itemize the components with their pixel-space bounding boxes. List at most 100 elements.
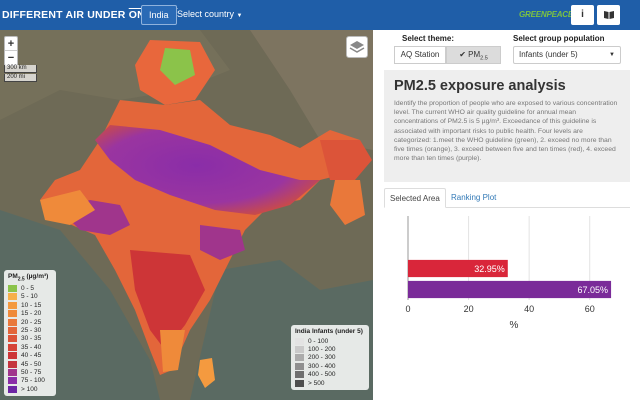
book-button[interactable] bbox=[597, 5, 620, 25]
pm25-legend-item: > 100 bbox=[8, 385, 52, 393]
layers-button[interactable] bbox=[346, 36, 368, 58]
info-card: PM2.5 exposure analysis Identify the pro… bbox=[384, 70, 630, 182]
population-legend-item: 0 - 100 bbox=[295, 337, 365, 345]
population-legend-label: 200 - 300 bbox=[308, 354, 336, 362]
info-button[interactable]: i bbox=[571, 5, 594, 25]
country-dropdown[interactable]: Select country ▼ bbox=[177, 9, 243, 19]
group-population-select[interactable]: Infants (under 5) ▼ bbox=[513, 46, 621, 64]
pm25-legend-label: 30 - 35 bbox=[21, 335, 42, 343]
book-icon bbox=[603, 11, 614, 19]
population-legend-label: 300 - 400 bbox=[308, 362, 336, 370]
pm25-legend-swatch bbox=[8, 318, 17, 326]
top-navbar: DIFFERENT AIR UNDER ONE SKY India Select… bbox=[0, 0, 640, 30]
pm25-legend-swatch bbox=[8, 343, 17, 351]
exposure-chart: 32.95% 67.05% 0 20 40 60% bbox=[384, 210, 630, 335]
pm25-legend-item: 5 - 10 bbox=[8, 293, 52, 301]
pm25-legend-label: 15 - 20 bbox=[21, 310, 42, 318]
population-legend-item: 100 - 200 bbox=[295, 345, 365, 354]
pm25-legend-label: 40 - 45 bbox=[21, 352, 42, 360]
pm25-legend-swatch bbox=[8, 385, 17, 393]
pm25-legend-swatch bbox=[8, 368, 17, 376]
brand-part-2: AIR UNDER bbox=[65, 9, 129, 21]
group-population-value: Infants (under 5) bbox=[519, 50, 578, 59]
theme-label: Select theme: bbox=[402, 34, 455, 43]
population-legend-item: 300 - 400 bbox=[295, 362, 365, 370]
pm25-legend-item: 15 - 20 bbox=[8, 309, 52, 318]
pm25-legend-label: 45 - 50 bbox=[21, 360, 42, 368]
group-population-label: Select group population bbox=[513, 34, 605, 43]
population-legend-label: 100 - 200 bbox=[308, 346, 336, 354]
country-pill[interactable]: India bbox=[141, 5, 177, 25]
pm25-legend-item: 20 - 25 bbox=[8, 318, 52, 326]
pm25-legend-item: 30 - 35 bbox=[8, 335, 52, 343]
chart-x-axis-label: % bbox=[510, 320, 519, 331]
pm25-legend-swatch bbox=[8, 326, 17, 334]
pm25-legend-item: 25 - 30 bbox=[8, 326, 52, 334]
population-legend-label: 400 - 500 bbox=[308, 371, 336, 379]
chart-tick-label: 60 bbox=[585, 304, 595, 314]
chart-tick-label: 40 bbox=[524, 304, 534, 314]
pm25-legend-swatch bbox=[8, 352, 17, 360]
pm25-legend-label: 75 - 100 bbox=[21, 377, 45, 385]
zoom-control: + − bbox=[4, 36, 18, 66]
population-legend-swatch bbox=[295, 371, 304, 379]
pm25-legend-swatch bbox=[8, 335, 17, 343]
scale-km: 300 km bbox=[4, 65, 37, 73]
aq-station-button[interactable]: AQ Station bbox=[394, 46, 446, 64]
info-body: Identify the proportion of people who ar… bbox=[394, 100, 618, 163]
country-dropdown-label: Select country bbox=[177, 9, 235, 19]
population-legend-label: 0 - 100 bbox=[308, 337, 329, 345]
pm25-legend-swatch bbox=[8, 301, 17, 309]
pm25-legend: PM2.5 (µg/m³) 0 - 55 - 10 10 - 15 15 - 20 2… bbox=[4, 270, 56, 397]
pm25-legend-swatch bbox=[8, 360, 17, 368]
pm25-legend-label: 25 - 30 bbox=[21, 326, 42, 334]
chart-bar-label: 67.05% bbox=[578, 285, 609, 295]
population-legend-title: India Infants (under 5) bbox=[295, 328, 363, 335]
map-view[interactable]: + − 300 km 200 mi PM2.5 (µg/m³) 0 - 55 -… bbox=[0, 30, 373, 400]
caret-down-icon: ▼ bbox=[236, 13, 243, 19]
pm25-legend-item: 0 - 5 bbox=[8, 284, 52, 292]
pm25-legend-item: 40 - 45 bbox=[8, 351, 52, 360]
population-legend-swatch bbox=[295, 354, 304, 362]
pm25-legend-item: 45 - 50 bbox=[8, 360, 52, 368]
pm25-legend-item: 75 - 100 bbox=[8, 377, 52, 385]
chart-tick-label: 0 bbox=[405, 304, 410, 314]
pm25-legend-item: 10 - 15 bbox=[8, 301, 52, 309]
tab-ranking-plot[interactable]: Ranking Plot bbox=[446, 188, 501, 208]
pm25-legend-label: 10 - 15 bbox=[21, 301, 42, 309]
population-legend-swatch bbox=[295, 337, 304, 345]
pm25-legend-swatch bbox=[8, 293, 17, 301]
population-legend-swatch bbox=[295, 379, 304, 387]
population-legend-swatch bbox=[295, 346, 304, 354]
info-title: PM2.5 exposure analysis bbox=[394, 78, 566, 94]
tab-selected-area[interactable]: Selected Area bbox=[384, 188, 446, 208]
pm25-legend-swatch bbox=[8, 310, 17, 318]
result-tabs: Selected Area Ranking Plot bbox=[384, 188, 630, 208]
zoom-out-button[interactable]: − bbox=[5, 51, 17, 65]
pm25-legend-swatch bbox=[8, 377, 17, 385]
population-legend-item: 400 - 500 bbox=[295, 371, 365, 379]
pm25-legend-label: > 100 bbox=[21, 385, 38, 393]
greenpeace-logo[interactable]: GREENPEACE bbox=[519, 10, 573, 19]
population-legend-label: > 500 bbox=[308, 379, 325, 387]
population-legend-item: > 500 bbox=[295, 379, 365, 387]
exposure-bar-chart: 32.95% 67.05% 0 20 40 60% bbox=[405, 216, 612, 331]
pm25-legend-label: 35 - 40 bbox=[21, 343, 42, 351]
caret-down-icon: ▼ bbox=[609, 52, 615, 58]
chart-tick-label: 20 bbox=[464, 304, 474, 314]
pm25-legend-rows: 0 - 55 - 10 10 - 15 15 - 20 20 - 25 25 - 30 3… bbox=[8, 284, 52, 393]
pm25-legend-label: 5 - 10 bbox=[21, 293, 38, 301]
info-icon: i bbox=[581, 9, 584, 20]
pm25-button[interactable]: ✔ PM2.5 bbox=[446, 46, 501, 64]
pm25-legend-label: 20 - 25 bbox=[21, 318, 42, 326]
population-legend-rows: 0 - 100 100 - 200 200 - 300 300 - 400 400 - … bbox=[295, 337, 365, 387]
zoom-in-button[interactable]: + bbox=[5, 37, 17, 51]
pm25-legend-item: 35 - 40 bbox=[8, 343, 52, 351]
population-legend-swatch bbox=[295, 362, 304, 370]
chart-bar-label: 32.95% bbox=[474, 264, 505, 274]
pm25-legend-label: 0 - 5 bbox=[21, 284, 35, 292]
brand-part-1: DIFFERENT bbox=[2, 9, 66, 21]
layers-icon bbox=[349, 41, 365, 53]
population-legend-item: 200 - 300 bbox=[295, 354, 365, 362]
pm25-legend-title: PM2.5 (µg/m³) bbox=[8, 273, 49, 283]
